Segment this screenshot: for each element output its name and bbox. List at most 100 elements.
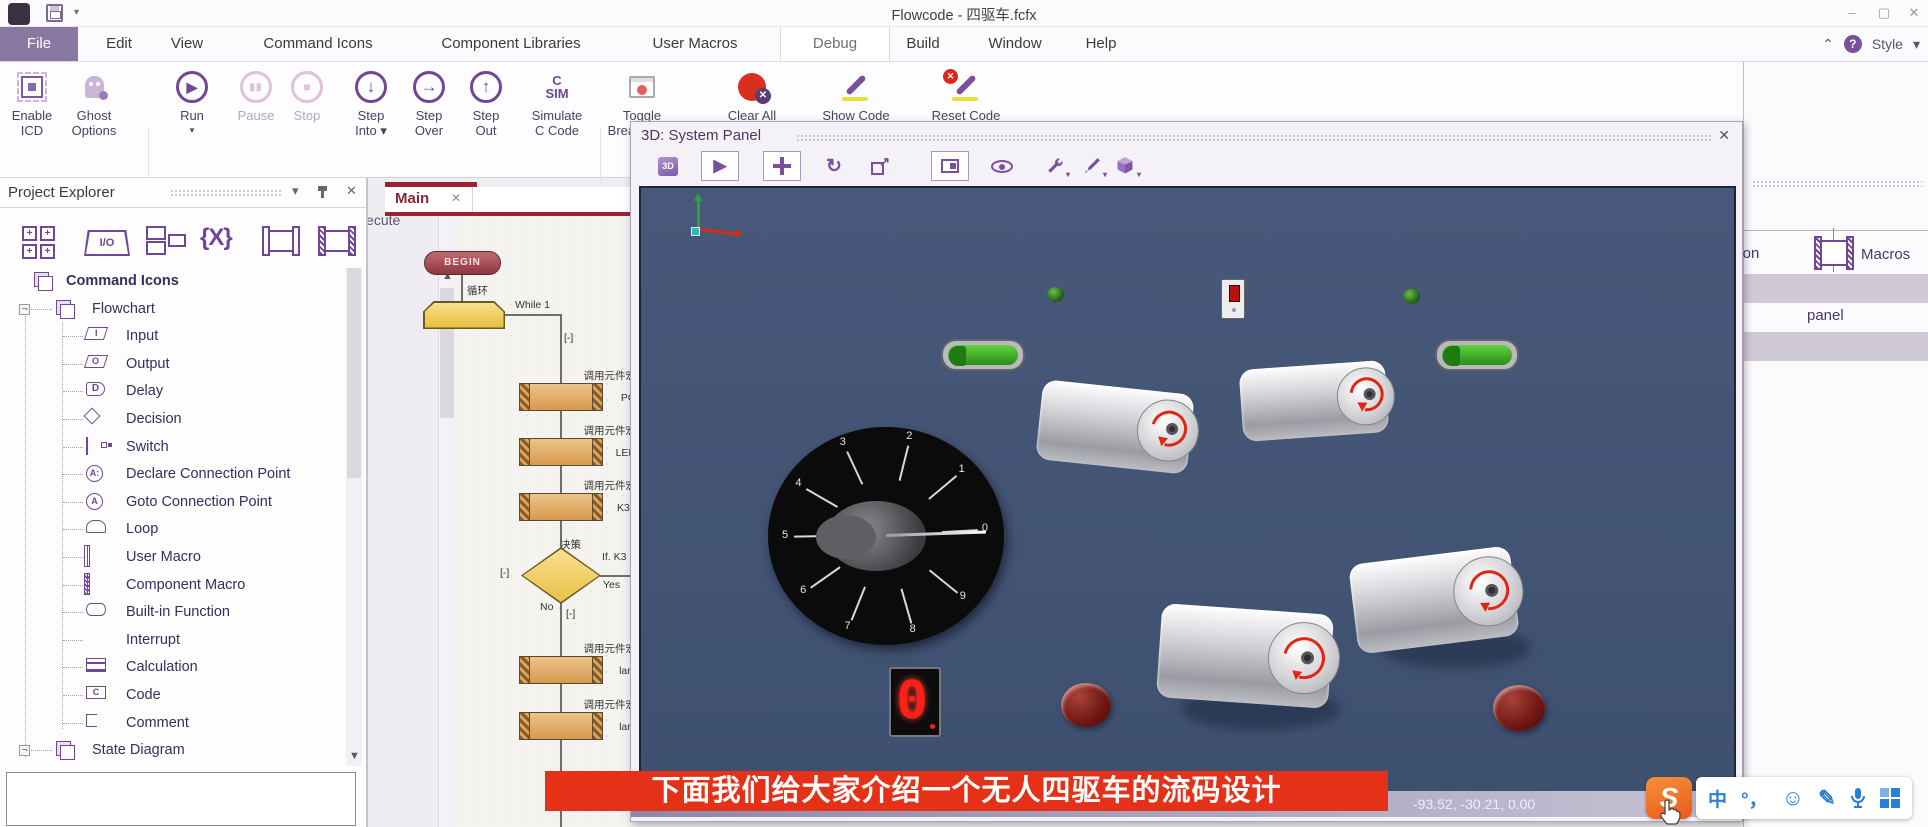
- tree-item-user-macro[interactable]: User Macro: [0, 544, 340, 571]
- flow-connector: [504, 314, 562, 316]
- seven-segment-display[interactable]: 0: [889, 667, 941, 737]
- panel-close-icon[interactable]: ✕: [1718, 127, 1730, 144]
- motor-component[interactable]: [1156, 603, 1334, 709]
- menu-user-macros[interactable]: User Macros: [628, 27, 762, 61]
- panel-close-icon[interactable]: ✕: [346, 183, 357, 199]
- axis-y-icon: [697, 196, 700, 230]
- tree-item-loop[interactable]: Loop: [0, 516, 340, 543]
- braces-x-icon[interactable]: {X}: [200, 224, 232, 252]
- tree-item-interrupt[interactable]: INTInterrupt: [0, 627, 340, 654]
- scroll-down-icon[interactable]: ▼: [349, 750, 360, 762]
- scrollbar-thumb[interactable]: [347, 268, 361, 478]
- tree-item-calculation[interactable]: Calculation: [0, 654, 340, 681]
- tree-item-declare-connection-point[interactable]: A:Declare Connection Point: [0, 461, 340, 488]
- tree-item-label: Interrupt: [126, 632, 180, 648]
- window-title: Flowcode - 四驱车.fcfx: [0, 4, 1928, 25]
- brush-icon[interactable]: ▾: [1078, 151, 1112, 181]
- ime-punct-button[interactable]: °，: [1741, 785, 1768, 812]
- menu-component-libraries[interactable]: Component Libraries: [418, 27, 604, 61]
- tree-item-goto-connection-point[interactable]: AGoto Connection Point: [0, 489, 340, 516]
- menu-file[interactable]: File: [0, 27, 78, 61]
- tree-item-label: Component Macro: [126, 577, 245, 593]
- umacro-icon: [86, 548, 88, 564]
- tree-item-comment[interactable]: Comment: [0, 710, 340, 737]
- tree-item-label: Input: [126, 328, 158, 344]
- menu-command-icons[interactable]: Command Icons: [238, 27, 398, 61]
- style-button[interactable]: Style: [1872, 36, 1903, 52]
- menu-window[interactable]: Window: [972, 27, 1058, 61]
- menu-debug[interactable]: Debug: [780, 27, 890, 61]
- motor-component[interactable]: [1035, 379, 1195, 474]
- orbit-icon[interactable]: ↻: [817, 151, 851, 181]
- windows-icon[interactable]: [146, 226, 190, 256]
- pot-knob-component[interactable]: [1061, 683, 1111, 727]
- flow-collapse-mark[interactable]: [-]: [564, 332, 573, 344]
- wrench-icon[interactable]: ▾: [1041, 151, 1075, 181]
- ribbon-simulate-c-button[interactable]: CSIMSimulateC Code: [509, 66, 605, 138]
- ime-smiley-icon[interactable]: ☺: [1782, 785, 1804, 811]
- cube3d-icon[interactable]: 3D: [651, 151, 685, 181]
- pin-icon[interactable]: [321, 186, 324, 198]
- flow-collapse-mark[interactable]: [-]: [500, 567, 509, 579]
- shot-icon[interactable]: [931, 151, 969, 181]
- ribbon-collapse-icon[interactable]: ⌃: [1822, 36, 1834, 53]
- ime-toolbox-icon[interactable]: [1880, 788, 1900, 808]
- motor-component[interactable]: [1239, 360, 1390, 442]
- ime-mic-icon[interactable]: [1850, 787, 1866, 809]
- dial-digit-8: 8: [910, 623, 916, 635]
- component-macro-icon: [1814, 240, 1854, 266]
- tab-close-icon[interactable]: ✕: [451, 191, 461, 205]
- led-bar-component[interactable]: [941, 339, 1025, 371]
- drag-handle[interactable]: [796, 134, 1711, 141]
- tree-item-switch[interactable]: Switch: [0, 434, 340, 461]
- drag-handle[interactable]: [1752, 180, 1922, 188]
- grid-plus-icon[interactable]: ++++: [22, 226, 55, 259]
- eye-icon[interactable]: [985, 151, 1019, 181]
- component-macro-icon[interactable]: [318, 230, 356, 252]
- 3d-viewport[interactable]: 0123456789 0: [639, 186, 1736, 793]
- resize-icon[interactable]: [863, 151, 897, 181]
- led-component[interactable]: [1047, 287, 1064, 302]
- tree-item-state-diagram[interactable]: −State Diagram: [0, 737, 340, 764]
- tree-item-decision[interactable]: Decision: [0, 406, 340, 433]
- tree-item-flowchart[interactable]: −Flowchart: [0, 296, 340, 323]
- minimize-button[interactable]: –: [1838, 2, 1866, 24]
- axis-origin-icon: [691, 227, 700, 236]
- io-icon[interactable]: I/O: [84, 230, 130, 256]
- menu-build[interactable]: Build: [890, 27, 956, 61]
- pot-knob-component[interactable]: [1493, 685, 1545, 731]
- tree-item-component-macro[interactable]: Component Macro: [0, 572, 340, 599]
- menu-help[interactable]: Help: [1072, 27, 1130, 61]
- maximize-button[interactable]: ▢: [1870, 2, 1898, 24]
- project-explorer-scrollbar[interactable]: ▼: [346, 268, 362, 766]
- flow-collapse-mark[interactable]: [-]: [566, 608, 575, 620]
- tree-item-output[interactable]: OOutput: [0, 351, 340, 378]
- tree-item-code[interactable]: CCode: [0, 682, 340, 709]
- flow-loop-start-node[interactable]: [423, 301, 505, 329]
- ime-lang-button[interactable]: 中: [1708, 785, 1727, 812]
- cube-icon[interactable]: ▾: [1111, 151, 1145, 181]
- ime-pencil-icon[interactable]: ✎: [1818, 786, 1836, 811]
- pan-icon[interactable]: [763, 151, 801, 181]
- ribbon-ghost-options-button[interactable]: GhostOptions: [46, 66, 142, 138]
- macros-row[interactable]: [1744, 274, 1928, 303]
- tree-item-input[interactable]: IInput: [0, 323, 340, 350]
- user-macro-icon[interactable]: [262, 230, 300, 252]
- panel-menu-caret-icon[interactable]: ▾: [292, 183, 299, 199]
- close-button[interactable]: ✕: [1900, 2, 1928, 24]
- drag-handle[interactable]: [170, 189, 282, 197]
- menu-edit[interactable]: Edit: [95, 27, 143, 61]
- style-caret-icon[interactable]: ▾: [1913, 36, 1920, 53]
- led-component[interactable]: [1403, 289, 1420, 304]
- macros-row[interactable]: [1744, 332, 1928, 361]
- switch-component[interactable]: [1221, 279, 1245, 319]
- led-bar-component[interactable]: [1435, 339, 1519, 371]
- rotary-dial-component[interactable]: 0123456789: [768, 427, 1004, 645]
- tree-item-built-in-function[interactable]: Built-in Function: [0, 599, 340, 626]
- play-icon[interactable]: ▶: [701, 151, 739, 181]
- menu-view[interactable]: View: [158, 27, 216, 61]
- tree-item-delay[interactable]: DDelay: [0, 378, 340, 405]
- flow-begin-node[interactable]: BEGIN: [424, 251, 501, 275]
- tree-item-command-icons[interactable]: Command Icons: [0, 268, 340, 295]
- help-icon[interactable]: ?: [1844, 35, 1862, 53]
